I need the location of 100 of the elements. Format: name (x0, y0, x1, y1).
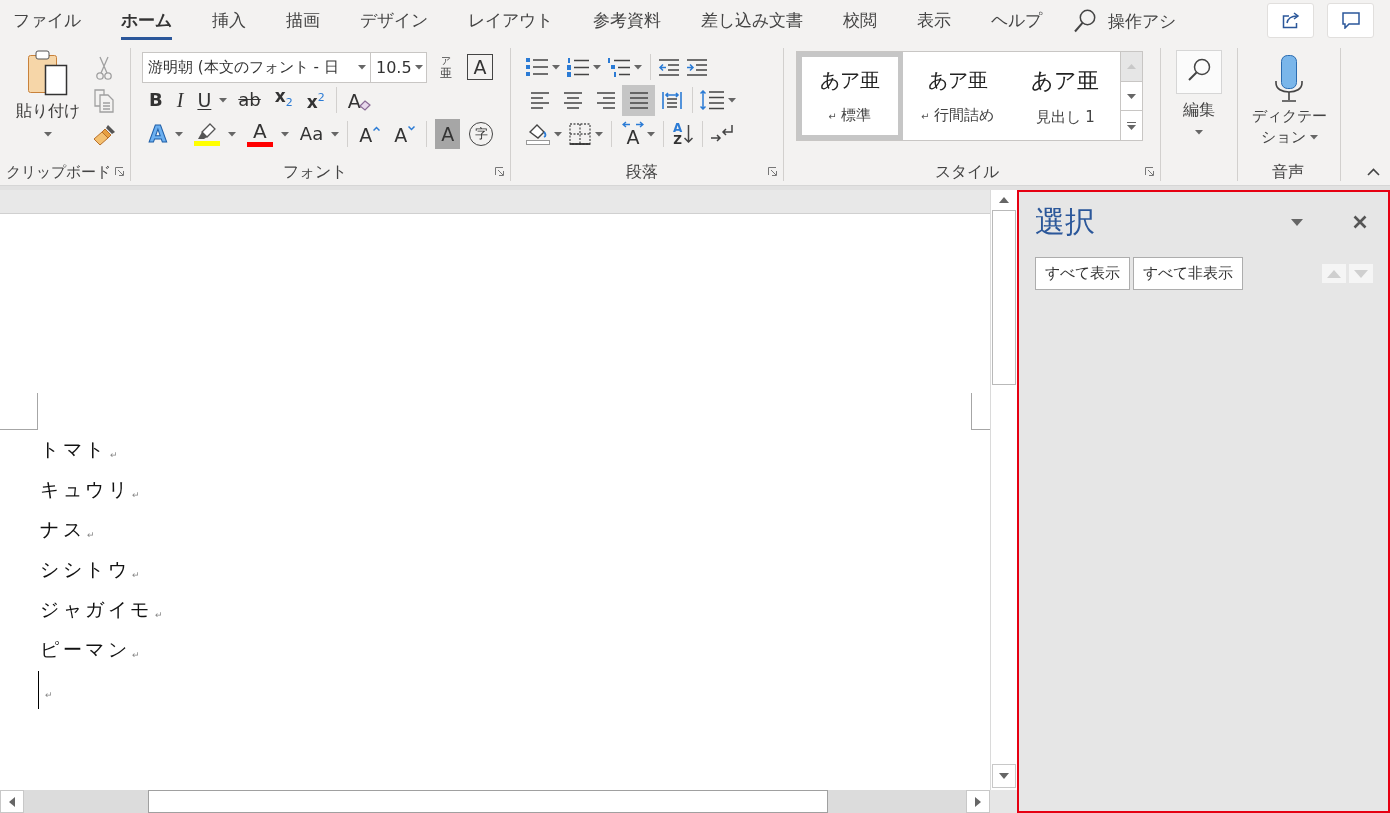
superscript-button[interactable]: x$^{2}$ (301, 86, 330, 114)
bulleted-list-icon[interactable] (526, 58, 548, 76)
group-label: フォント (282, 161, 348, 182)
caret-icon[interactable] (634, 64, 642, 70)
numbered-list-icon[interactable] (567, 57, 589, 77)
menu-tab[interactable]: 差し込み文書 (701, 0, 803, 40)
caret-icon (1195, 130, 1203, 135)
triangle-right-icon (975, 796, 981, 807)
text-direction-button[interactable]: A (622, 121, 644, 147)
hide-all-button[interactable]: すべて非表示 (1133, 257, 1243, 290)
scroll-right-button[interactable] (966, 790, 990, 813)
menu-tab[interactable]: デザイン (360, 0, 428, 40)
dialog-launcher-icon[interactable] (1145, 167, 1154, 176)
borders-icon[interactable] (569, 123, 591, 145)
line-spacing-icon[interactable] (700, 90, 724, 110)
menu-tab[interactable]: 描画 (286, 0, 320, 40)
share-button[interactable] (1267, 3, 1314, 38)
double-arrow-icon (622, 121, 644, 128)
caret-icon (358, 64, 366, 70)
caret-icon[interactable] (728, 97, 736, 103)
search-icon (1176, 50, 1222, 94)
menu-tab[interactable]: ヘルプ (991, 0, 1042, 40)
caret-icon[interactable] (554, 131, 562, 137)
group-label: 音声 (1271, 161, 1305, 182)
justify-button[interactable] (622, 84, 655, 116)
dialog-launcher-icon[interactable] (115, 167, 124, 176)
paint-bucket-icon[interactable] (526, 123, 550, 145)
character-border-button[interactable]: A (467, 54, 493, 80)
bold-button[interactable]: B (144, 86, 168, 114)
caret-icon[interactable] (174, 131, 183, 137)
document-text: ナス (40, 518, 85, 542)
dictate-button[interactable]: ディクテーション (1248, 55, 1330, 148)
paste-button[interactable]: 貼り付け (8, 50, 88, 144)
caret-icon (1309, 135, 1318, 140)
paragraph-mark: ↵ (132, 490, 140, 500)
caret-icon (414, 64, 423, 70)
document-text: シシトウ (40, 558, 130, 582)
subscript-button[interactable]: x$_{2}$ (269, 86, 298, 114)
marker-pen-icon (196, 122, 217, 140)
caret-icon[interactable] (595, 131, 603, 137)
caret-icon[interactable] (647, 131, 655, 137)
speech-bubble-icon (1341, 12, 1360, 29)
change-case-button[interactable]: Aa (294, 120, 329, 148)
scrollbar-thumb[interactable] (992, 210, 1016, 385)
menu-tab[interactable]: 表示 (917, 0, 951, 40)
phonetic-guide-button[interactable]: ア 亜 (435, 55, 457, 79)
font-color-button[interactable]: A (241, 120, 278, 148)
caret-icon[interactable] (593, 64, 601, 70)
triangle-left-icon (9, 796, 15, 807)
caret-icon[interactable] (280, 131, 289, 137)
style-gallery-item[interactable]: あア亜 ↵ 行間詰め (904, 52, 1011, 140)
caret-icon (44, 132, 52, 137)
menu-tab[interactable]: 参考資料 (593, 0, 661, 40)
document-text: トマト (40, 438, 108, 462)
tell-me-text[interactable]: 操作アシ (1108, 9, 1176, 33)
dialog-launcher-icon[interactable] (768, 167, 777, 176)
align-right-icon (595, 91, 616, 109)
caret-icon[interactable] (1291, 218, 1303, 226)
justify-icon (628, 91, 649, 109)
scroll-left-button[interactable] (0, 790, 24, 813)
caret-icon[interactable] (227, 131, 236, 137)
close-icon[interactable] (1353, 215, 1367, 229)
clipboard-icon (27, 50, 69, 96)
caret-icon[interactable] (552, 64, 560, 70)
italic-button[interactable]: I (171, 86, 189, 114)
search-icon[interactable] (1074, 9, 1096, 33)
editing-button[interactable]: 編集 (1176, 50, 1222, 135)
scroll-down-button[interactable] (992, 764, 1016, 788)
arrow-into-corner-icon[interactable] (710, 124, 735, 144)
shrink-font-button[interactable]: A (389, 120, 421, 148)
underline-button[interactable]: U (192, 86, 217, 114)
caret-icon[interactable] (331, 131, 340, 137)
scrollbar-thumb[interactable] (148, 790, 828, 813)
grow-font-button[interactable]: A (354, 120, 386, 148)
caret-icon[interactable] (219, 97, 228, 103)
collapse-ribbon-icon[interactable] (1367, 168, 1380, 176)
menu-tab[interactable]: 校閲 (843, 0, 877, 40)
menu-tab[interactable]: レイアウト (468, 0, 553, 40)
font-name-dropdown[interactable]: 游明朝 (本文のフォント - 日 (142, 51, 371, 83)
triangle-up-icon (999, 197, 1009, 203)
share-icon (1281, 12, 1300, 29)
strikethrough-button[interactable]: ab (233, 86, 266, 114)
dialog-launcher-icon[interactable] (495, 167, 504, 176)
show-all-button[interactable]: すべて表示 (1035, 257, 1130, 290)
style-gallery-item[interactable]: あア亜 見出し 1 (1012, 52, 1119, 140)
sort-button[interactable]: A Z (673, 122, 694, 146)
style-gallery-item[interactable]: あア亜 ↵ 標準 (797, 52, 903, 140)
clear-formatting-button[interactable]: A (342, 86, 376, 114)
character-shading-button[interactable]: A (435, 119, 461, 149)
font-size-dropdown[interactable]: 10.5 (370, 51, 427, 83)
paintbrush-icon[interactable] (92, 124, 116, 146)
menu-tab[interactable]: ファイル (13, 0, 81, 40)
multilevel-list-icon[interactable] (608, 57, 630, 77)
paragraph-mark: ↵ (132, 650, 140, 660)
corner-mark (0, 393, 38, 430)
menu-tab[interactable]: 挿入 (212, 0, 246, 40)
decrease-indent-icon[interactable] (658, 58, 680, 76)
comments-button[interactable] (1327, 3, 1374, 38)
increase-indent-icon[interactable] (686, 58, 708, 76)
triangle-down-icon (1354, 269, 1368, 278)
